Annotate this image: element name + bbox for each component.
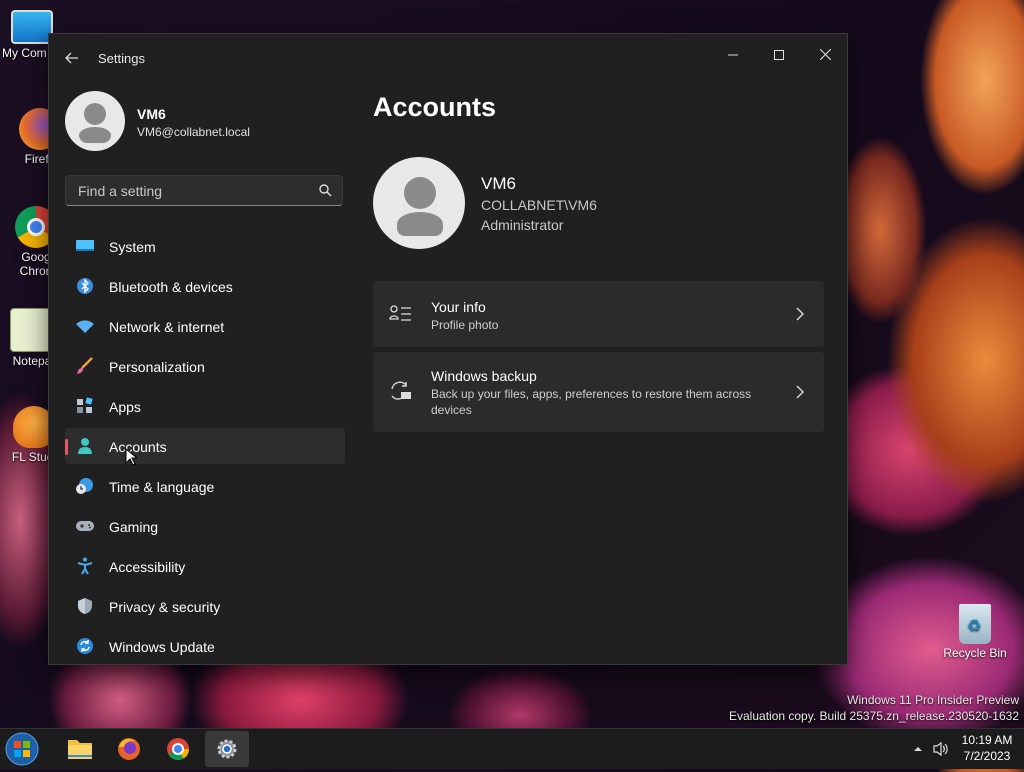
sidebar-nav: System Bluetooth & devices Network & int…: [65, 228, 345, 664]
card-subtitle: Profile photo: [431, 318, 499, 332]
search-box[interactable]: [65, 175, 343, 206]
maximize-icon: [774, 50, 784, 60]
show-hidden-icons-chevron-icon[interactable]: [912, 744, 924, 754]
selection-indicator: [65, 439, 68, 455]
folder-icon: [68, 740, 92, 759]
search-icon[interactable]: [318, 183, 332, 197]
apps-icon: [77, 397, 93, 413]
wifi-icon: [76, 320, 94, 333]
settings-gear-icon: [217, 739, 237, 759]
window-title: Settings: [98, 51, 145, 66]
start-button[interactable]: [4, 731, 48, 767]
close-icon: [819, 48, 831, 61]
settings-window: Settings VM6 VM6@collabnet.local System …: [48, 33, 848, 665]
title-bar: Settings: [49, 34, 847, 82]
mouse-cursor-icon: [125, 448, 137, 466]
sidebar-item-label: System: [109, 239, 156, 255]
clock[interactable]: 10:19 AM 7/2/2023: [956, 732, 1018, 764]
sidebar-item-windows-update[interactable]: Windows Update: [65, 628, 345, 664]
account-role: Administrator: [481, 217, 564, 233]
shield-icon: [78, 598, 92, 614]
close-button[interactable]: [802, 40, 847, 70]
maximize-button[interactable]: [756, 40, 802, 70]
windows-logo-icon: [5, 732, 39, 766]
taskbar: 10:19 AM 7/2/2023: [0, 728, 1024, 769]
sidebar-item-label: Network & internet: [109, 319, 225, 335]
sidebar-item-accounts[interactable]: Accounts: [65, 428, 345, 466]
sidebar-item-label: Bluetooth & devices: [109, 279, 233, 295]
your-info-icon: [389, 305, 411, 321]
sidebar-item-bluetooth[interactable]: Bluetooth & devices: [65, 268, 345, 304]
sidebar-item-label: Windows Update: [109, 639, 215, 655]
minimize-icon: [728, 54, 738, 56]
backup-icon: [391, 381, 411, 400]
page-title: Accounts: [373, 92, 497, 122]
sidebar-item-label: Apps: [109, 399, 141, 415]
account-name: VM6: [481, 174, 516, 193]
update-icon: [77, 638, 93, 654]
profile-name: VM6: [137, 106, 166, 122]
sidebar-item-label: Privacy & security: [109, 599, 221, 615]
taskbar-firefox[interactable]: [107, 731, 151, 767]
sidebar-item-label: Time & language: [109, 479, 215, 495]
system-icon: [76, 240, 94, 251]
brush-icon: [77, 357, 93, 374]
card-title: Windows backup: [431, 368, 537, 384]
bluetooth-icon: [77, 278, 93, 294]
taskbar-file-explorer[interactable]: [58, 731, 102, 767]
account-domain: COLLABNET\VM6: [481, 197, 597, 213]
watermark-build: Evaluation copy. Build 25375.zn_release.…: [729, 709, 1019, 723]
back-button[interactable]: [61, 48, 83, 68]
profile-avatar[interactable]: [65, 91, 125, 151]
clock-time: 10:19 AM: [961, 733, 1013, 747]
minimize-button[interactable]: [710, 40, 756, 70]
card-title: Your info: [431, 299, 486, 315]
sidebar-item-label: Gaming: [109, 519, 159, 535]
chevron-right-icon: [796, 385, 804, 399]
your-info-card[interactable]: Your info Profile photo: [373, 281, 824, 347]
desktop-icon-label: Recycle Bin: [943, 646, 1007, 660]
search-input[interactable]: [76, 182, 310, 200]
sidebar-item-system[interactable]: System: [65, 228, 345, 264]
sidebar-item-label: Accounts: [109, 439, 167, 455]
sidebar-item-label: Accessibility: [109, 559, 186, 575]
chevron-right-icon: [796, 307, 804, 321]
sidebar-item-accessibility[interactable]: Accessibility: [65, 548, 345, 584]
sidebar-item-apps[interactable]: Apps: [65, 388, 345, 424]
sidebar-item-time-language[interactable]: Time & language: [65, 468, 345, 504]
firefox-icon: [118, 738, 140, 760]
account-avatar[interactable]: [373, 157, 465, 249]
chrome-icon: [167, 738, 189, 760]
watermark-edition: Windows 11 Pro Insider Preview: [847, 693, 1019, 707]
monitor-icon: [11, 10, 53, 44]
desktop-icon-recycle-bin[interactable]: ♻ Recycle Bin: [940, 604, 1010, 660]
sidebar-item-label: Personalization: [109, 359, 205, 375]
sidebar-item-personalization[interactable]: Personalization: [65, 348, 345, 384]
sidebar-item-privacy-security[interactable]: Privacy & security: [65, 588, 345, 624]
volume-icon[interactable]: [932, 741, 950, 757]
windows-backup-card[interactable]: Windows backup Back up your files, apps,…: [373, 352, 824, 432]
gamepad-icon: [76, 521, 94, 531]
accessibility-icon: [77, 557, 93, 575]
clock-date: 7/2/2023: [963, 749, 1011, 763]
taskbar-chrome[interactable]: [156, 731, 200, 767]
taskbar-settings[interactable]: [205, 731, 249, 767]
system-tray: 10:19 AM 7/2/2023: [908, 729, 1024, 769]
person-icon: [78, 438, 92, 454]
windows-watermark: Windows 11 Pro Insider Preview Evaluatio…: [729, 692, 1019, 724]
profile-email: VM6@collabnet.local: [137, 125, 250, 139]
recycle-bin-icon: ♻: [959, 604, 991, 644]
card-subtitle: Back up your files, apps, preferences to…: [431, 387, 752, 417]
sidebar-item-gaming[interactable]: Gaming: [65, 508, 345, 544]
back-arrow-icon: [65, 52, 78, 64]
sidebar-item-network[interactable]: Network & internet: [65, 308, 345, 344]
globe-clock-icon: [76, 478, 93, 494]
